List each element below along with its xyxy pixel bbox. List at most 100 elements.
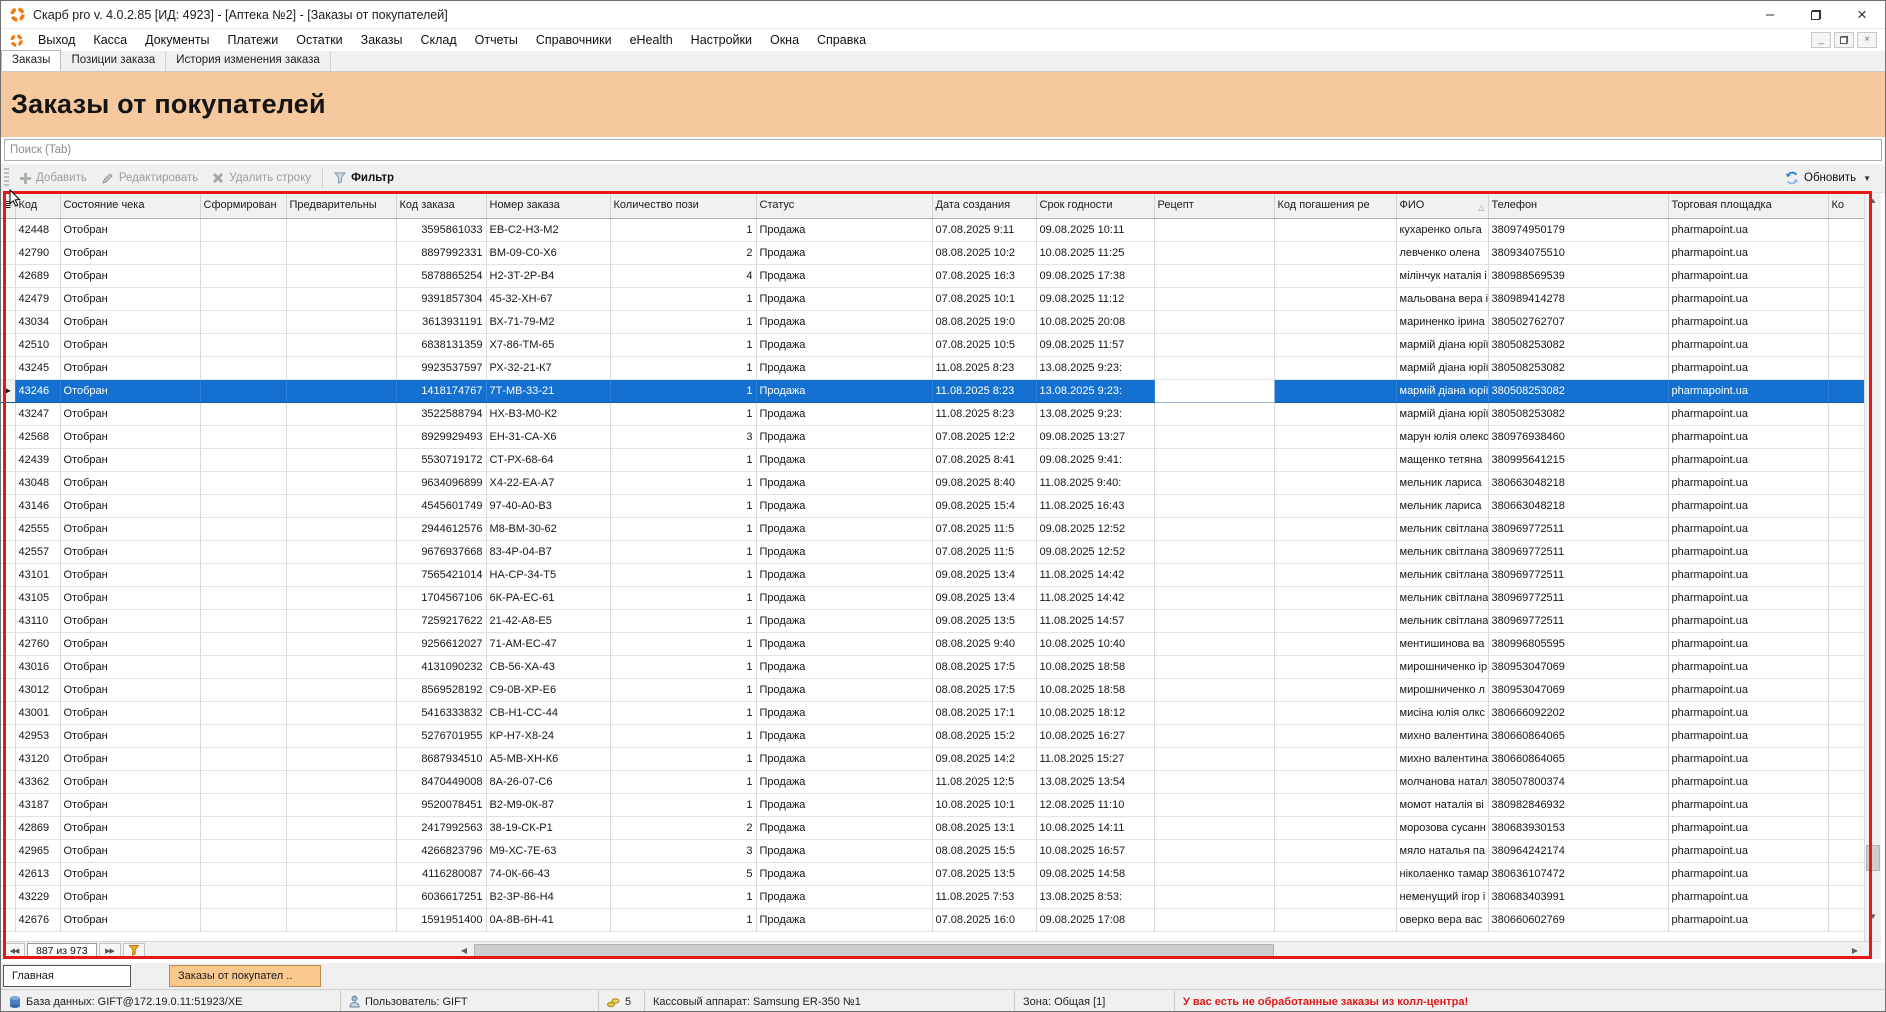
cell-redeem[interactable]	[1274, 609, 1396, 632]
table-row[interactable]: 43001Отобран5416333832СВ-Н1-СС-441Продаж…	[1, 701, 1864, 724]
scroll-left-arrow-icon[interactable]: ◀	[456, 943, 472, 959]
cell-state[interactable]: Отобран	[60, 724, 200, 747]
cell-created[interactable]: 08.08.2025 17:5	[932, 678, 1036, 701]
cell-qty[interactable]: 5	[610, 862, 756, 885]
cell-created[interactable]: 11.08.2025 8:23	[932, 356, 1036, 379]
tab-1[interactable]: Позиции заказа	[61, 51, 166, 71]
cell-recipe[interactable]	[1154, 632, 1274, 655]
cell-order_num[interactable]: НХ-В3-М0-К2	[486, 402, 610, 425]
cell-fio[interactable]: мяло наталья па	[1396, 839, 1488, 862]
cell-state[interactable]: Отобран	[60, 540, 200, 563]
cell-prelim[interactable]	[286, 448, 396, 471]
cell-recipe[interactable]	[1154, 816, 1274, 839]
cell-prelim[interactable]	[286, 908, 396, 931]
cell-created[interactable]: 07.08.2025 10:5	[932, 333, 1036, 356]
cell-status[interactable]: Продажа	[756, 770, 932, 793]
cell-code[interactable]: 42953	[15, 724, 60, 747]
cell-phone[interactable]: 380982846932	[1488, 793, 1668, 816]
cell-status[interactable]: Продажа	[756, 425, 932, 448]
cell-state[interactable]: Отобран	[60, 471, 200, 494]
cell-recipe[interactable]	[1154, 379, 1274, 402]
cell-formed[interactable]	[200, 241, 286, 264]
cell-shop[interactable]: pharmapoint.ua	[1668, 448, 1828, 471]
cell-created[interactable]: 10.08.2025 10:1	[932, 793, 1036, 816]
cell-state[interactable]: Отобран	[60, 839, 200, 862]
cell-ko[interactable]	[1828, 448, 1864, 471]
cell-qty[interactable]: 1	[610, 678, 756, 701]
cell-expires[interactable]: 10.08.2025 18:58	[1036, 655, 1154, 678]
cell-expires[interactable]: 09.08.2025 13:27	[1036, 425, 1154, 448]
cell-phone[interactable]: 380995641215	[1488, 448, 1668, 471]
cell-order_code[interactable]: 9634096899	[396, 471, 486, 494]
menu-item-11[interactable]: Окна	[761, 31, 808, 49]
cell-ko[interactable]	[1828, 471, 1864, 494]
cell-formed[interactable]	[200, 678, 286, 701]
cell-prelim[interactable]	[286, 517, 396, 540]
scroll-right-arrow-icon[interactable]: ▶	[1847, 943, 1863, 959]
cell-fio[interactable]: мирошниченко л	[1396, 678, 1488, 701]
cell-prelim[interactable]	[286, 494, 396, 517]
cell-order_code[interactable]: 9676937668	[396, 540, 486, 563]
last-record-button[interactable]: ▶▶	[99, 943, 121, 959]
cell-prelim[interactable]	[286, 862, 396, 885]
cell-shop[interactable]: pharmapoint.ua	[1668, 770, 1828, 793]
cell-recipe[interactable]	[1154, 586, 1274, 609]
cell-qty[interactable]: 1	[610, 310, 756, 333]
cell-prelim[interactable]	[286, 333, 396, 356]
cell-ko[interactable]	[1828, 425, 1864, 448]
cell-formed[interactable]	[200, 379, 286, 402]
cell-shop[interactable]: pharmapoint.ua	[1668, 632, 1828, 655]
cell-phone[interactable]: 380502762707	[1488, 310, 1668, 333]
column-header-state[interactable]: Состояние чека	[60, 193, 200, 218]
row-selector[interactable]	[1, 678, 15, 701]
cell-fio[interactable]: мисіна юлія олкс	[1396, 701, 1488, 724]
cell-status[interactable]: Продажа	[756, 655, 932, 678]
cell-order_num[interactable]: 83-4Р-04-В7	[486, 540, 610, 563]
cell-prelim[interactable]	[286, 287, 396, 310]
cell-expires[interactable]: 09.08.2025 17:38	[1036, 264, 1154, 287]
cell-expires[interactable]: 09.08.2025 10:11	[1036, 218, 1154, 241]
table-row[interactable]: 43245Отобран9923537597РХ-32-21-К71Продаж…	[1, 356, 1864, 379]
cell-fio[interactable]: левченко олена	[1396, 241, 1488, 264]
cell-redeem[interactable]	[1274, 724, 1396, 747]
cell-fio[interactable]: морозова сусанн	[1396, 816, 1488, 839]
cell-order_num[interactable]: В2-М9-0К-87	[486, 793, 610, 816]
cell-prelim[interactable]	[286, 471, 396, 494]
cell-redeem[interactable]	[1274, 885, 1396, 908]
cell-shop[interactable]: pharmapoint.ua	[1668, 356, 1828, 379]
cell-expires[interactable]: 11.08.2025 15:27	[1036, 747, 1154, 770]
cell-fio[interactable]: мармій діана юрії	[1396, 402, 1488, 425]
cell-recipe[interactable]	[1154, 563, 1274, 586]
cell-status[interactable]: Продажа	[756, 471, 932, 494]
cell-status[interactable]: Продажа	[756, 356, 932, 379]
cell-code[interactable]: 43362	[15, 770, 60, 793]
cell-code[interactable]: 42555	[15, 517, 60, 540]
table-row[interactable]: 43105Отобран17045671066К-РА-ЕС-611Продаж…	[1, 586, 1864, 609]
bottom-tab-0[interactable]: Главная	[3, 965, 131, 987]
table-row[interactable]: 43362Отобран84704490088А-26-07-С61Продаж…	[1, 770, 1864, 793]
cell-order_num[interactable]: КР-Н7-Х8-24	[486, 724, 610, 747]
cell-formed[interactable]	[200, 517, 286, 540]
cell-state[interactable]: Отобран	[60, 632, 200, 655]
cell-expires[interactable]: 11.08.2025 14:42	[1036, 563, 1154, 586]
row-selector[interactable]	[1, 862, 15, 885]
cell-shop[interactable]: pharmapoint.ua	[1668, 724, 1828, 747]
cell-phone[interactable]: 380663048218	[1488, 471, 1668, 494]
cell-order_num[interactable]: 8А-26-07-С6	[486, 770, 610, 793]
column-header-qty[interactable]: Количество пози	[610, 193, 756, 218]
cell-code[interactable]: 43001	[15, 701, 60, 724]
cell-qty[interactable]: 1	[610, 471, 756, 494]
cell-fio[interactable]: мельник світлана	[1396, 586, 1488, 609]
cell-code[interactable]: 43246	[15, 379, 60, 402]
cell-qty[interactable]: 1	[610, 885, 756, 908]
cell-recipe[interactable]	[1154, 701, 1274, 724]
cell-qty[interactable]: 1	[610, 793, 756, 816]
cell-shop[interactable]: pharmapoint.ua	[1668, 471, 1828, 494]
cell-expires[interactable]: 11.08.2025 14:42	[1036, 586, 1154, 609]
cell-prelim[interactable]	[286, 770, 396, 793]
cell-redeem[interactable]	[1274, 632, 1396, 655]
cell-created[interactable]: 07.08.2025 16:3	[932, 264, 1036, 287]
cell-formed[interactable]	[200, 402, 286, 425]
cell-phone[interactable]: 380996805595	[1488, 632, 1668, 655]
cell-expires[interactable]: 10.08.2025 18:58	[1036, 678, 1154, 701]
